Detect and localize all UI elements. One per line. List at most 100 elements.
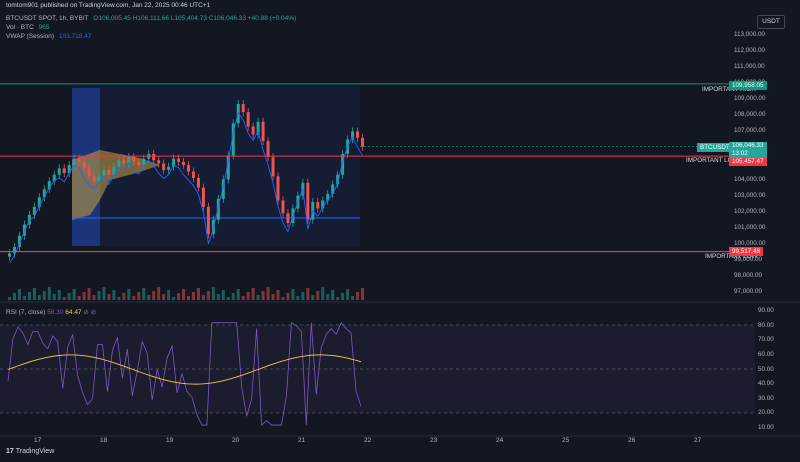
price-tick: 108,000.00 — [734, 111, 766, 119]
rsi-tick: 70.00 — [758, 336, 774, 344]
candle — [97, 176, 101, 182]
volume-bar — [157, 287, 161, 300]
symbol-tag: BTCUSDT — [697, 143, 733, 152]
volume-bar — [226, 297, 230, 300]
price-tick: 113,000.00 — [734, 31, 766, 38]
volume-bar — [266, 287, 270, 300]
candle — [246, 112, 250, 127]
volume-bar — [206, 291, 210, 300]
volume-bar — [256, 295, 260, 300]
candle — [62, 168, 66, 174]
volume-bar — [132, 296, 136, 300]
rsi-tick: 10.00 — [758, 424, 774, 431]
volume-bar — [77, 296, 81, 300]
candle — [241, 104, 245, 113]
volume-bar — [346, 289, 350, 300]
price-tick: 112,000.00 — [734, 47, 766, 55]
price-tick: 104,000.00 — [734, 175, 766, 183]
volume-bar — [356, 292, 360, 300]
volume-bar — [112, 290, 116, 300]
volume-bar — [72, 289, 76, 300]
volume-bar — [291, 289, 295, 300]
candle — [157, 160, 161, 164]
important-low-tag: 99,517.48 — [729, 247, 764, 256]
candle — [356, 131, 360, 138]
time-tick: 17 — [34, 437, 42, 444]
volume-bar — [201, 295, 205, 300]
volume-bar — [172, 297, 176, 300]
publish-info: tomtom901 published on TradingView.com, … — [6, 2, 211, 9]
important-high-tag: 109,958.05 — [729, 81, 767, 90]
volume-bar — [301, 292, 305, 300]
price-tick: 111,000.00 — [734, 63, 765, 71]
volume-bar — [137, 292, 141, 300]
rsi-tick: 20.00 — [758, 409, 774, 417]
volume-bar — [311, 295, 315, 300]
volume-bar — [336, 297, 340, 300]
volume-bar — [187, 296, 190, 300]
price-tick: 97,000.00 — [734, 288, 763, 295]
candle — [361, 137, 365, 147]
visibility-icon[interactable]: ⊘ ⊘ — [83, 309, 96, 316]
candle — [306, 182, 310, 220]
candle — [191, 171, 195, 178]
rsi-tick: 50.00 — [758, 365, 774, 373]
volume-bar — [296, 296, 300, 300]
currency-selector[interactable]: USDT — [757, 15, 785, 29]
volume-bar — [122, 293, 126, 300]
price-tick: 109,000.00 — [734, 95, 766, 103]
candle — [182, 161, 186, 166]
rsi-legend[interactable]: RSI (7, close) 58.30 64.47 ⊘ ⊘ — [6, 308, 96, 316]
rsi-tick: 90.00 — [758, 307, 774, 314]
volume-bar — [87, 288, 91, 300]
volume-bar — [281, 297, 285, 300]
volume-bar — [42, 291, 46, 300]
volume-bar — [236, 289, 240, 300]
price-tick: 100,000.00 — [734, 239, 766, 247]
volume-bar — [276, 290, 280, 300]
tradingview-logo[interactable]: 17 TradingView — [6, 448, 54, 455]
volume-bar — [27, 292, 31, 300]
candle — [117, 160, 121, 167]
candle — [132, 157, 136, 162]
volume-bar — [341, 293, 345, 300]
volume-bar — [251, 288, 255, 300]
candle — [57, 168, 61, 175]
candle — [266, 141, 270, 158]
time-tick: 23 — [430, 437, 438, 444]
volume-bar — [246, 292, 250, 300]
time-tick: 21 — [298, 437, 306, 444]
candle — [206, 206, 210, 235]
candle — [87, 168, 91, 177]
time-tick: 24 — [496, 437, 504, 444]
symbol-legend[interactable]: BTCUSDT SPOT, 1h, BYBIT O106,005.45 H106… — [6, 15, 296, 22]
volume-bar — [82, 292, 86, 300]
volume-label: Vol · BTC — [6, 24, 34, 31]
vwap-legend[interactable]: VWAP (Session) 103,718.47 — [6, 33, 91, 40]
volume-bar — [196, 288, 200, 300]
candle — [201, 187, 205, 207]
rsi-tick: 40.00 — [758, 380, 774, 388]
volume-bar — [32, 288, 36, 300]
bar-countdown: 13:02 — [732, 150, 748, 157]
time-tick: 27 — [694, 437, 702, 444]
candle — [152, 153, 156, 161]
rsi-ma-value: 64.47 — [65, 309, 82, 316]
price-tick: 103,000.00 — [734, 191, 766, 199]
volume-bar — [351, 296, 355, 300]
candle — [92, 176, 96, 182]
volume-bar — [231, 293, 235, 300]
candle — [251, 126, 255, 135]
chart-canvas[interactable] — [0, 0, 800, 462]
candle — [162, 163, 166, 170]
volume-bar — [8, 297, 11, 300]
rsi-value: 58.30 — [47, 309, 64, 316]
candle — [187, 165, 190, 172]
volume-bar — [361, 288, 365, 300]
current-price-value: 106,046.33 — [732, 142, 764, 149]
volume-legend[interactable]: Vol · BTC 965 — [6, 24, 49, 31]
price-tick: 102,000.00 — [734, 207, 766, 215]
candle — [82, 161, 86, 169]
candle — [286, 213, 290, 223]
volume-bar — [182, 289, 186, 300]
